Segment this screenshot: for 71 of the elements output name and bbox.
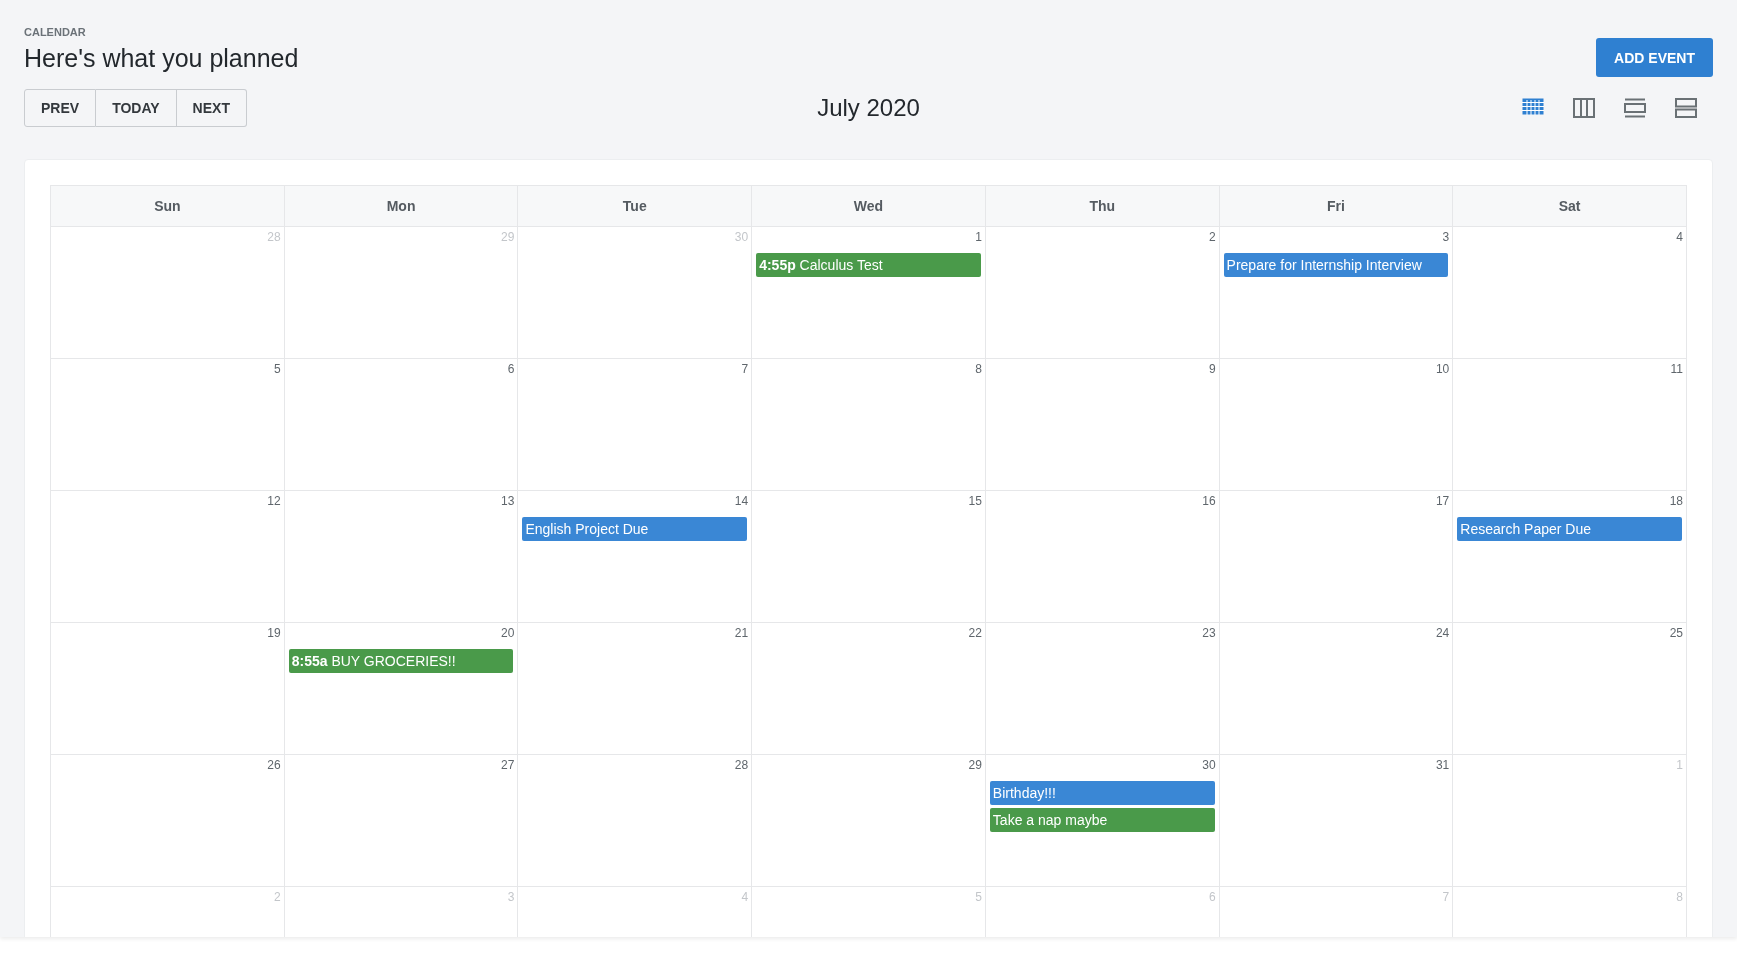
nav-button[interactable]: TODAY: [96, 89, 177, 127]
day-number: 27: [501, 758, 515, 772]
day-number: 22: [968, 626, 982, 640]
day-view-icon: [1624, 98, 1646, 118]
day-number: 21: [734, 626, 749, 640]
day-number: 11: [1670, 362, 1683, 376]
weekday-header: Tue: [518, 186, 753, 227]
weekday-header: Mon: [284, 186, 519, 227]
nav-button[interactable]: NEXT: [176, 89, 247, 127]
day-number: 9: [1208, 362, 1216, 376]
list-view-icon: [1675, 98, 1697, 118]
day-number: 30: [734, 230, 749, 244]
day-number: 6: [507, 362, 515, 376]
day-number: 2: [274, 890, 281, 904]
grid-view-icon: [1522, 98, 1544, 115]
day-number: 26: [267, 758, 281, 772]
day-number: 24: [1435, 626, 1450, 640]
day-number: 15: [968, 494, 982, 508]
day-number: 10: [1435, 362, 1450, 376]
day-number: 18: [1669, 494, 1683, 508]
event-chip[interactable]: Research Paper Due: [1457, 517, 1682, 541]
columns-view-icon: [1573, 98, 1595, 118]
day-number: 2: [1208, 230, 1216, 244]
nav-button[interactable]: PREV: [24, 89, 97, 127]
day-number: 28: [734, 758, 749, 772]
view-button[interactable]: [1522, 98, 1544, 118]
month-title: July 2020: [817, 94, 920, 122]
day-number: 30: [1202, 758, 1216, 772]
day-number: 28: [267, 230, 281, 244]
day-number: 16: [1202, 494, 1216, 508]
weekday-header: Thu: [985, 186, 1220, 227]
day-number: 3: [1442, 230, 1450, 244]
event-chip[interactable]: Take a nap maybe: [989, 808, 1215, 832]
event-chip[interactable]: 4:55p Calculus Test: [756, 253, 981, 277]
event-chip[interactable]: Prepare for Internship Interview: [1223, 253, 1449, 277]
day-number: 4: [1676, 230, 1683, 244]
view-button[interactable]: [1624, 98, 1646, 118]
day-number: 29: [968, 758, 982, 772]
page-title: Here's what you planned: [24, 44, 299, 73]
event-chip[interactable]: Birthday!!!: [989, 781, 1215, 805]
section-label: CALENDAR: [24, 26, 86, 38]
weekday-header: Wed: [752, 186, 986, 227]
day-number: 1: [1676, 758, 1683, 772]
day-number: 7: [1442, 890, 1450, 904]
weekday-header: Fri: [1219, 186, 1454, 227]
add-event-button[interactable]: ADD EVENT: [1596, 38, 1713, 77]
day-number: 4: [741, 890, 749, 904]
day-number: 8: [975, 362, 982, 376]
day-number: 19: [267, 626, 281, 640]
event-chip[interactable]: English Project Due: [522, 517, 748, 541]
day-number: 3: [507, 890, 515, 904]
day-number: 29: [501, 230, 515, 244]
day-number: 17: [1435, 494, 1450, 508]
weekday-header: Sun: [51, 186, 285, 227]
day-number: 7: [741, 362, 749, 376]
day-number: 31: [1435, 758, 1450, 772]
day-number: 23: [1202, 626, 1216, 640]
day-number: 5: [274, 362, 281, 376]
day-number: 6: [1208, 890, 1216, 904]
day-number: 13: [501, 494, 515, 508]
view-button[interactable]: [1573, 98, 1595, 118]
day-number: 25: [1669, 626, 1683, 640]
day-number: 14: [734, 494, 749, 508]
day-number: 12: [267, 494, 281, 508]
day-number: 20: [501, 626, 515, 640]
event-chip[interactable]: 8:55a BUY GROCERIES!!: [288, 649, 514, 673]
view-button[interactable]: [1675, 98, 1697, 118]
day-number: 8: [1676, 890, 1683, 904]
day-number: 1: [975, 230, 982, 244]
weekday-header: Sat: [1453, 186, 1687, 227]
day-number: 5: [975, 890, 982, 904]
